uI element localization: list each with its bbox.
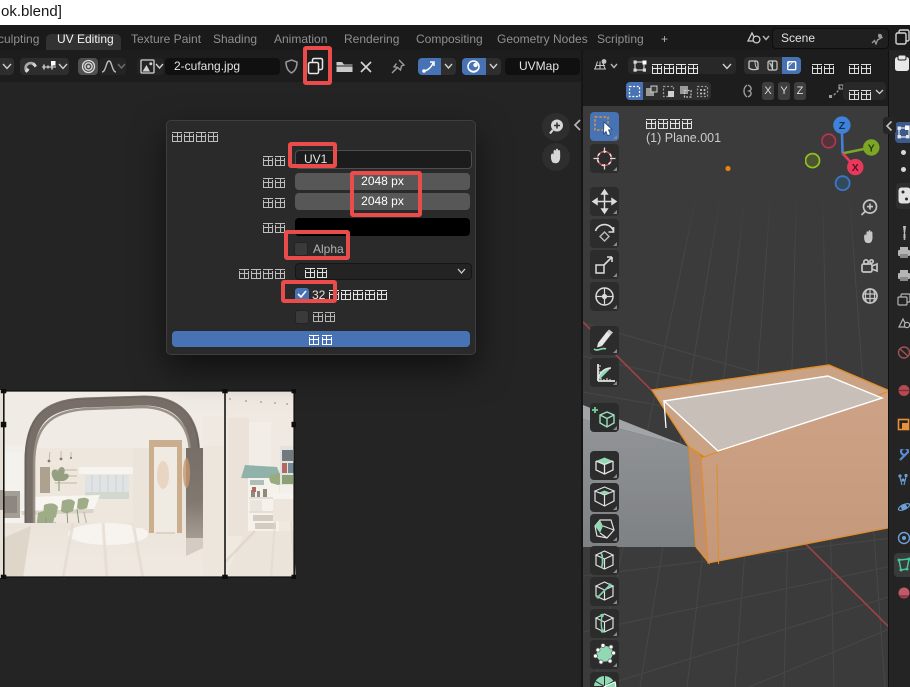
svg-text:X: X	[852, 162, 859, 174]
svg-text:Y: Y	[868, 142, 875, 154]
svg-text:Z: Z	[839, 120, 846, 132]
